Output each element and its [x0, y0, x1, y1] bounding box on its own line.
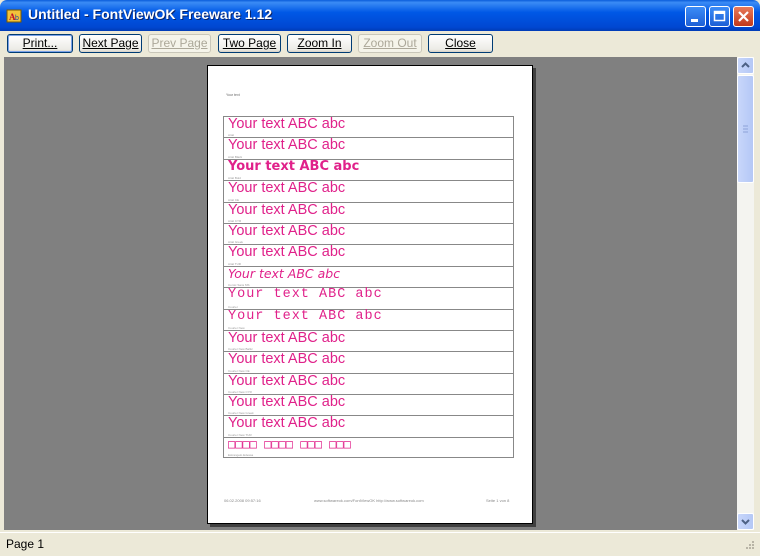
font-sample-text: Your text ABC abc [228, 137, 346, 154]
title-bar[interactable]: A b Untitled - FontViewOK Freeware 1.12 [0, 0, 760, 31]
status-bar: Page 1 [0, 532, 760, 556]
footer-center: www.softwareok.com/FontViewOK http://www… [314, 498, 424, 503]
preview-page: Your text Your text ABC abc Arial Your tex… [207, 65, 533, 524]
svg-text:b: b [15, 15, 19, 22]
font-sample-text: Your text ABC abc [228, 308, 383, 324]
vertical-scrollbar[interactable] [737, 57, 754, 530]
arrow-down-icon [741, 519, 750, 525]
font-sample-row: Your text ABC abc Arial Black [223, 137, 514, 159]
font-sample-row: Your text ABC abc Courier New CYR [223, 372, 514, 395]
font-sample-text: Your text ABC abc [228, 180, 346, 197]
minimize-icon [691, 19, 698, 22]
font-sample-row: Your text ABC abc Arial CE [223, 180, 514, 202]
app-icon: A b [6, 9, 22, 23]
maximize-icon [713, 10, 726, 22]
close-preview-button[interactable]: Close [428, 34, 493, 53]
font-sample-row: Your text ABC abc Arial Greek [223, 222, 514, 245]
font-sample-text: Your text ABC abc [228, 265, 341, 281]
font-sample-text: Your text ABC abc [228, 351, 346, 368]
close-window-button[interactable] [733, 6, 754, 27]
grip-lines-icon [743, 125, 748, 133]
maximize-button[interactable] [709, 6, 730, 27]
resize-grip-icon[interactable] [743, 540, 755, 552]
minimize-button[interactable] [685, 6, 706, 27]
toolbar: Print... Next Page Prev Page Two Page Zo… [0, 31, 760, 57]
preview-area[interactable]: Your text Your text ABC abc Arial Your tex… [4, 57, 737, 530]
font-sample-row: Your text ABC abc Courier New Greek [223, 394, 514, 416]
window-title: Untitled - FontViewOK Freeware 1.12 [28, 6, 273, 22]
font-sample-text: Your text ABC abc [228, 329, 346, 346]
font-sample-text: Your text ABC abc [228, 415, 346, 432]
font-sample-row: Your text ABC abc Comic Sans MS [223, 265, 514, 288]
font-sample-text: Your text ABC abc [228, 158, 360, 174]
font-sample-row: Your text ABC abc Courier New CE [223, 351, 514, 373]
font-sample-row: □□□□ □□□□ □□□ □□□ Estrangelo Edessa [223, 436, 514, 459]
close-icon [738, 11, 749, 22]
two-page-button[interactable]: Two Page [218, 34, 281, 53]
scroll-thumb[interactable] [737, 75, 754, 183]
font-sample-text: Your text ABC abc [228, 244, 346, 261]
status-page: Page 1 [6, 537, 45, 551]
footer-right: Seite 1 von 8 [486, 498, 510, 503]
zoom-in-button[interactable]: Zoom In [287, 34, 352, 53]
next-page-button[interactable]: Next Page [79, 34, 142, 53]
page-header-note: Your text [226, 93, 240, 97]
font-sample-row: Your text ABC abc Arial CYR [223, 201, 514, 223]
font-sample-row: Your text ABC abc Courier [223, 287, 514, 309]
font-sample-text: Your text ABC abc [228, 116, 346, 132]
footer-left: 06.02.2008 09:57:16 [224, 498, 261, 503]
font-sample-text: Your text ABC abc [228, 222, 346, 239]
scroll-down-button[interactable] [737, 513, 754, 530]
prev-page-button[interactable]: Prev Page [148, 34, 211, 53]
font-sample-row: Your text ABC abc Courier New TUR [223, 415, 514, 437]
font-sample-text: Your text ABC abc [228, 394, 346, 411]
font-sample-row: Your text ABC abc Arial [223, 116, 514, 138]
font-sample-text: □□□□ □□□□ □□□ □□□ [228, 436, 351, 451]
scroll-up-button[interactable] [737, 57, 754, 74]
font-sample-text: Your text ABC abc [228, 201, 346, 218]
zoom-out-button[interactable]: Zoom Out [358, 34, 422, 53]
font-sample-text: Your text ABC abc [228, 287, 383, 303]
arrow-up-icon [741, 62, 750, 68]
font-sample-row: Your text ABC abc Arial Bold [223, 158, 514, 181]
print-button[interactable]: Print... [7, 34, 73, 53]
font-sample-list: Your text ABC abc Arial Your text ABC abc A… [223, 116, 514, 459]
font-sample-text: Your text ABC abc [228, 372, 346, 389]
font-sample-row: Your text ABC abc Courier New Baltic [223, 329, 514, 352]
font-name-caption: Estrangelo Edessa [228, 453, 254, 458]
font-sample-row: Your text ABC abc Arial TUR [223, 244, 514, 266]
font-sample-row: Your text ABC abc Courier New [223, 308, 514, 330]
